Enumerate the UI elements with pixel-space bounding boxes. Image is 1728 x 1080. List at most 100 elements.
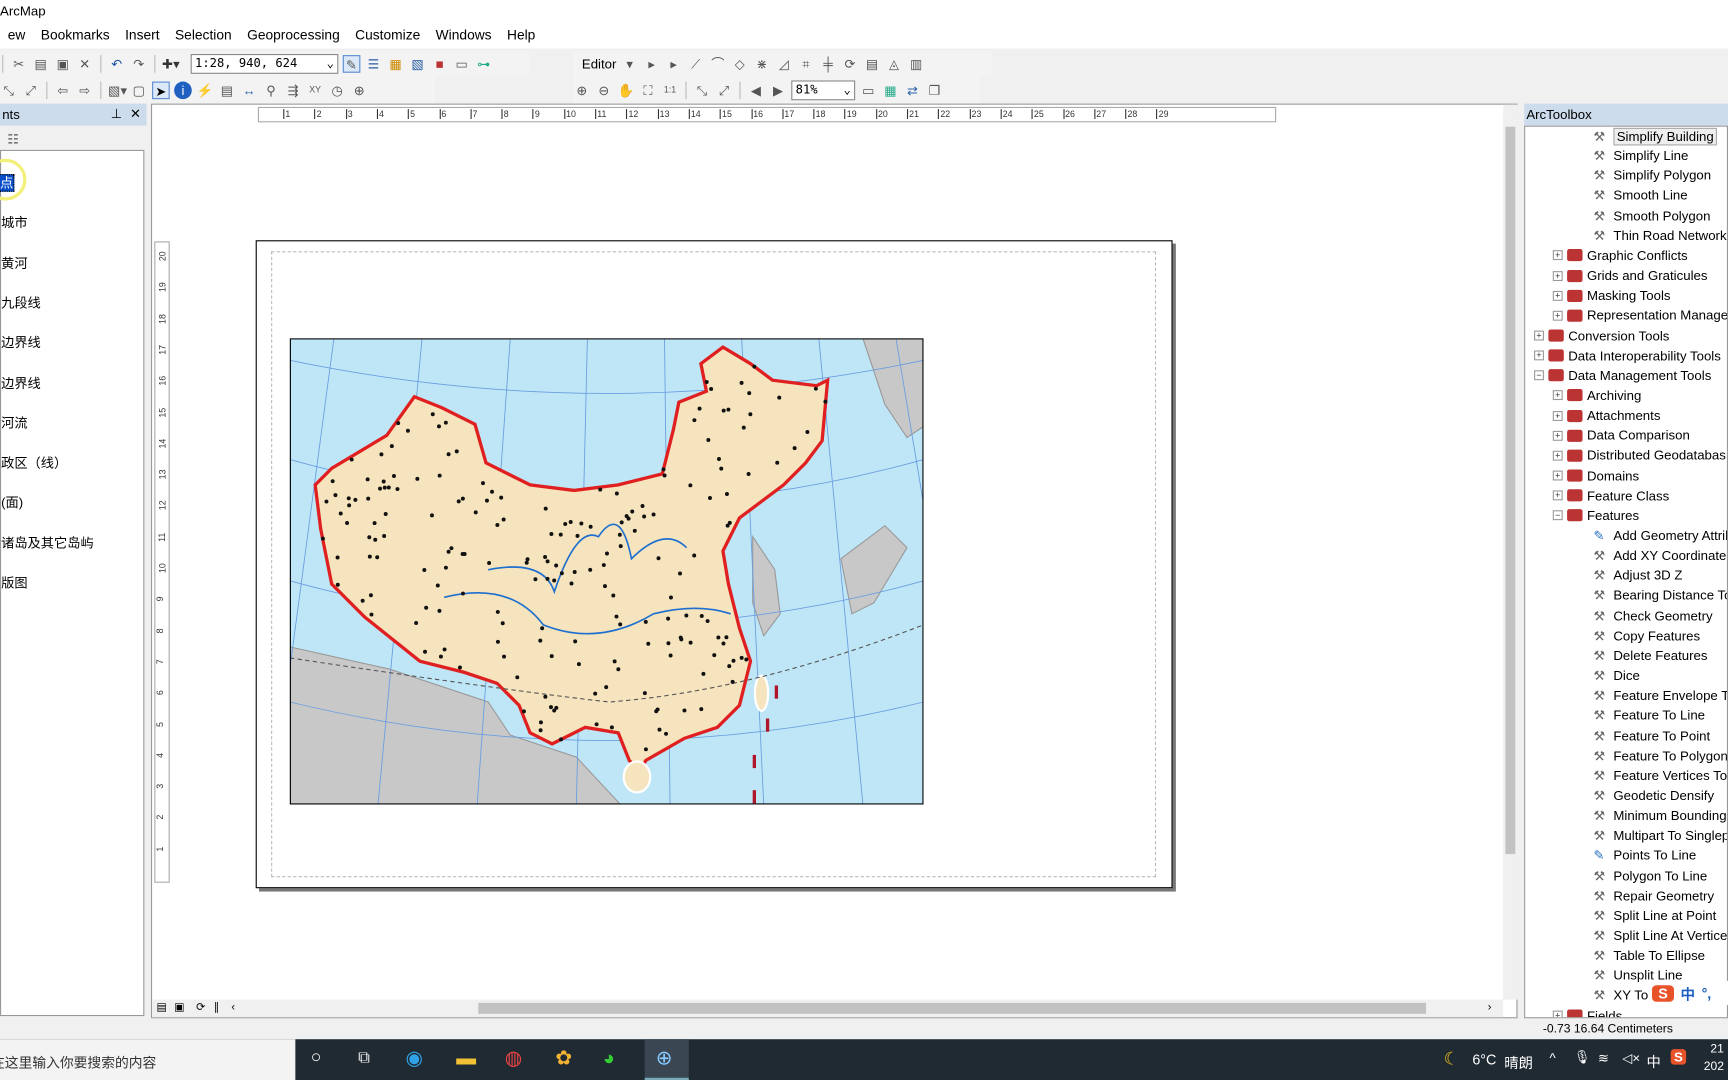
toc-layer-item[interactable]: 九段线 xyxy=(1,293,41,312)
catalog-icon[interactable]: ▦ xyxy=(387,55,405,73)
arctoolbox-icon[interactable]: ■ xyxy=(431,55,449,73)
layout-zoom-combo[interactable]: 81% ⌄ xyxy=(791,80,856,101)
toolbox-item[interactable]: + Masking Tools xyxy=(1552,288,1671,303)
toolbox-item[interactable]: ⚒ Add XY Coordinates xyxy=(1594,548,1727,563)
expand-icon[interactable]: + xyxy=(1552,390,1563,401)
fixed-zoom-in-icon[interactable]: ⤡ xyxy=(0,82,18,100)
toolbox-item[interactable]: + Attachments xyxy=(1552,408,1660,423)
expand-icon[interactable]: + xyxy=(1552,430,1563,441)
toolbox-item[interactable]: ⚒ Check Geometry xyxy=(1594,608,1713,623)
menu-item[interactable]: Selection xyxy=(167,24,239,48)
select-elements-icon[interactable]: ➤ xyxy=(152,81,170,100)
app-icon[interactable]: ✿ xyxy=(555,1047,572,1070)
toc-layer-item[interactable]: 河流 xyxy=(1,413,27,432)
toolbox-item[interactable]: ⚒ Split Line At Vertices xyxy=(1594,928,1727,943)
toolbox-item[interactable]: ⚒ Polygon To Line xyxy=(1594,868,1708,883)
toolbox-item[interactable]: ⚒ Geodetic Densify xyxy=(1594,788,1715,803)
split-icon[interactable]: ╪ xyxy=(819,55,837,73)
expand-icon[interactable]: + xyxy=(1552,450,1563,461)
toolbox-item[interactable]: + Conversion Tools xyxy=(1534,328,1669,343)
wechat-icon[interactable]: ◕ xyxy=(603,1047,615,1070)
close-icon[interactable]: ✕ xyxy=(130,106,141,121)
toolbox-item[interactable]: + Data Comparison xyxy=(1552,428,1690,443)
wifi-icon[interactable]: ≋ xyxy=(1598,1050,1609,1065)
layout-zoom-in-icon[interactable]: ⊕ xyxy=(573,82,591,100)
menu-item[interactable]: Bookmarks xyxy=(33,24,117,48)
toolbox-item[interactable]: + Archiving xyxy=(1552,388,1641,403)
add-data-icon[interactable]: ✚▾ xyxy=(162,55,180,73)
toolbox-item[interactable]: ⚒ Minimum Bounding G xyxy=(1594,808,1727,823)
time-slider-icon[interactable]: ◷ xyxy=(328,82,346,100)
toolbox-item[interactable]: + Feature Class xyxy=(1552,488,1669,503)
change-layout-icon[interactable]: ⇄ xyxy=(904,82,922,100)
toc-layer-item[interactable]: 城市 xyxy=(1,213,27,232)
edge-icon[interactable]: ◉ xyxy=(406,1047,423,1070)
editor-toolbar-icon[interactable]: ✎ xyxy=(342,55,361,73)
attributes-icon[interactable]: ▤ xyxy=(863,55,881,73)
expand-icon[interactable]: + xyxy=(1552,250,1563,261)
construction-icon[interactable]: ◇ xyxy=(731,55,749,73)
model-builder-icon[interactable]: ⊶ xyxy=(475,55,493,73)
clear-selection-icon[interactable]: ▢ xyxy=(130,82,148,100)
menu-item[interactable]: Windows xyxy=(428,24,499,48)
clock-time[interactable]: 21 xyxy=(1710,1043,1724,1056)
taskbar-search[interactable]: 在这里输入你要搜索的内容 xyxy=(0,1039,296,1080)
copy-icon[interactable]: ▤ xyxy=(32,55,50,73)
toolbox-item[interactable]: ⚒ Feature To Line xyxy=(1594,708,1705,723)
cortana-icon[interactable]: ○ xyxy=(311,1048,322,1068)
toolbox-item[interactable]: ⚒ Table To Ellipse xyxy=(1594,948,1705,963)
sketch-properties-icon[interactable]: ◬ xyxy=(885,55,903,73)
volume-muted-icon[interactable]: ◁× xyxy=(1622,1050,1640,1065)
map-scale-combo[interactable]: 1:28, 940, 624 ⌄ xyxy=(190,53,339,74)
map-data-frame[interactable] xyxy=(289,338,924,805)
toggle-draft-icon[interactable]: ▭ xyxy=(860,82,878,100)
toc-icon[interactable]: ☰ xyxy=(365,55,383,73)
toolbox-item[interactable]: ⚒ Feature Vertices To P xyxy=(1594,768,1727,783)
previous-extent-icon[interactable]: ◀ xyxy=(747,82,765,100)
cut-polygon-icon[interactable]: ⌗ xyxy=(797,55,815,73)
toolbox-item[interactable]: + Fields xyxy=(1552,1008,1622,1018)
search-window-icon[interactable]: ▧ xyxy=(409,55,427,73)
undo-icon[interactable]: ↶ xyxy=(108,55,126,73)
horizontal-scrollbar[interactable] xyxy=(478,1002,1427,1014)
toolbox-item[interactable]: ⚒ Simplify Building xyxy=(1594,127,1718,146)
select-features-icon[interactable]: ▧▾ xyxy=(108,82,127,100)
focus-data-frame-icon[interactable]: ▦ xyxy=(882,82,900,100)
data-driven-pages-icon[interactable]: ❐ xyxy=(926,82,944,100)
toolbox-item[interactable]: ⚒ Dice xyxy=(1594,668,1640,683)
toolbox-item[interactable]: ⚒ Copy Features xyxy=(1594,628,1701,643)
menu-item[interactable]: Help xyxy=(499,24,543,48)
expand-icon[interactable]: + xyxy=(1552,470,1563,481)
go-to-xy-icon[interactable]: XY xyxy=(306,82,324,100)
collapse-icon[interactable]: − xyxy=(1552,510,1563,521)
expand-icon[interactable]: + xyxy=(1552,1010,1563,1018)
rotate-icon[interactable]: ⟳ xyxy=(841,55,859,73)
toolbox-item[interactable]: + Data Interoperability Tools xyxy=(1534,348,1721,363)
arcmap-taskbar-button[interactable]: ⊕ xyxy=(644,1039,689,1080)
menu-item[interactable]: ew xyxy=(0,24,33,48)
toc-layer-item[interactable]: 边界线 xyxy=(1,333,41,352)
toc-layer-item[interactable]: 诸岛及其它岛屿 xyxy=(1,533,94,552)
ime-bar[interactable]: S 中 °, xyxy=(1651,980,1728,1006)
menu-item[interactable]: Geoprocessing xyxy=(239,24,347,48)
find-icon[interactable]: ⚲ xyxy=(262,82,280,100)
pan-icon[interactable]: ✋ xyxy=(617,82,635,100)
editor-menu[interactable]: Editor xyxy=(573,56,617,71)
toolbox-item[interactable]: ⚒ Thin Road Network xyxy=(1594,228,1727,243)
toolbox-item[interactable]: − Features xyxy=(1552,508,1639,523)
menu-item[interactable]: Customize xyxy=(347,24,428,48)
measure-icon[interactable]: ↔ xyxy=(240,82,258,100)
list-by-source-icon[interactable]: ☷ xyxy=(4,130,22,148)
redo-icon[interactable]: ↷ xyxy=(130,55,148,73)
toolbox-item[interactable]: + Graphic Conflicts xyxy=(1552,248,1688,263)
file-explorer-icon[interactable]: ▬ xyxy=(456,1047,476,1070)
forward-icon[interactable]: ⇨ xyxy=(76,82,94,100)
layout-view-icon[interactable]: ▣ xyxy=(174,1002,184,1014)
expand-icon[interactable]: + xyxy=(1552,310,1563,321)
toc-layer-item[interactable]: 政区（线） xyxy=(1,453,67,472)
toolbox-item[interactable]: ⚒ Split Line at Point xyxy=(1594,908,1717,923)
toolbox-item[interactable]: + Representation Manage xyxy=(1552,308,1727,323)
identify-icon[interactable]: i xyxy=(174,81,192,100)
find-route-icon[interactable]: ⇶ xyxy=(284,82,302,100)
toolbox-item[interactable]: ⚒ Multipart To Singlepa xyxy=(1594,828,1727,843)
